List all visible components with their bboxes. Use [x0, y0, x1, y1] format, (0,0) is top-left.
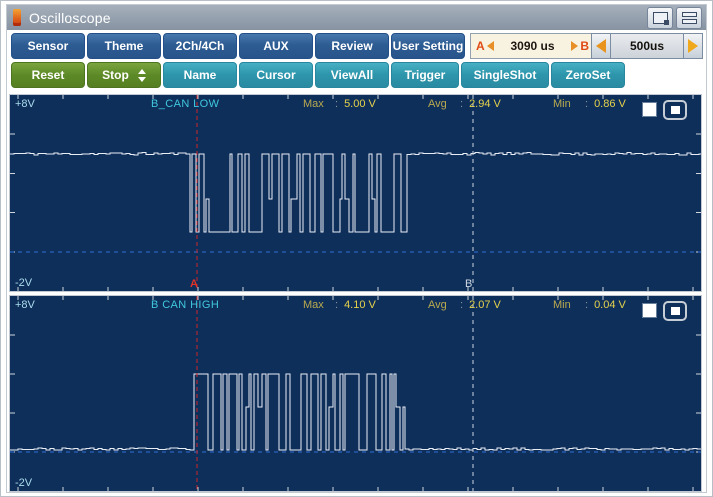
max-value: 5.00 V [344, 98, 376, 110]
theme-button-label: Theme [105, 39, 144, 53]
window-title: Oscilloscope [29, 10, 111, 26]
singleshot-button[interactable]: SingleShot [461, 62, 549, 88]
cursor-a-letter: A [476, 39, 485, 53]
reset-button-label: Reset [32, 68, 65, 82]
ch1-max-stat: Max:5.00 V [303, 98, 376, 110]
min-label: Min [553, 98, 579, 110]
min-value: 0.04 V [594, 299, 626, 311]
cursor-ab-readout[interactable]: A 3090 us B [470, 33, 595, 59]
avg-label: Avg [428, 98, 454, 110]
waveform-ch1 [10, 95, 701, 291]
ch2-select-button[interactable] [663, 301, 687, 321]
zeroset-button-label: ZeroSet [566, 68, 611, 82]
max-label: Max [303, 299, 329, 311]
left-arrow-icon [596, 39, 606, 53]
app-icon [13, 9, 21, 26]
singleshot-button-label: SingleShot [474, 68, 537, 82]
name-button[interactable]: Name [163, 62, 237, 88]
viewall-button-label: ViewAll [331, 68, 373, 82]
ch2-bottom-scale: -2V [15, 477, 32, 489]
channel-mode-button[interactable]: 2Ch/4Ch [163, 33, 237, 59]
cursor-button-label: Cursor [256, 68, 295, 82]
ch1-select-button[interactable] [663, 100, 687, 120]
ch2-max-stat: Max:4.10 V [303, 299, 376, 311]
scope-panel-ch2: +8V B CAN HIGH Max:4.10 V Avg:2.07 V Min… [10, 296, 701, 491]
toolbar-row-2: Reset Stop Name Cursor ViewAll Trigger S… [11, 62, 627, 88]
switch-window-button[interactable] [647, 7, 673, 29]
max-value: 4.10 V [344, 299, 376, 311]
ch1-avg-stat: Avg:2.94 V [428, 98, 501, 110]
ch1-name: B_CAN LOW [151, 98, 219, 110]
right-arrow-icon [571, 41, 578, 51]
square-icon [671, 106, 680, 114]
timebase-display: 500us [611, 33, 683, 59]
square-icon [671, 307, 680, 315]
timebase-control: 500us [591, 33, 703, 59]
avg-value: 2.94 V [469, 98, 501, 110]
trigger-button[interactable]: Trigger [391, 62, 459, 88]
cursor-b-letter: B [580, 39, 589, 53]
channel-mode-button-label: 2Ch/4Ch [176, 39, 225, 53]
switch-window-icon [653, 12, 668, 24]
ch2-min-stat: Min:0.04 V [553, 299, 626, 311]
aux-button[interactable]: AUX [239, 33, 313, 59]
timebase-increase-button[interactable] [683, 33, 703, 59]
stack-icon [682, 12, 697, 24]
window-controls [647, 7, 702, 29]
cursor-a-marker[interactable]: A [190, 278, 198, 290]
cursor-button[interactable]: Cursor [239, 62, 313, 88]
ch2-avg-stat: Avg:2.07 V [428, 299, 501, 311]
avg-label: Avg [428, 299, 454, 311]
trigger-button-label: Trigger [405, 68, 446, 82]
avg-value: 2.07 V [469, 299, 501, 311]
timebase-value: 500us [630, 39, 664, 53]
ch1-visible-checkbox[interactable] [642, 102, 657, 117]
theme-button[interactable]: Theme [87, 33, 161, 59]
timebase-decrease-button[interactable] [591, 33, 611, 59]
run-stop-button-label: Stop [102, 68, 129, 82]
cursor-delta-value: 3090 us [494, 39, 572, 53]
review-button-label: Review [331, 39, 372, 53]
user-setting-button-label: User Setting [393, 39, 464, 53]
ch2-name: B CAN HIGH [151, 299, 219, 311]
minimize-button[interactable] [676, 7, 702, 29]
reset-button[interactable]: Reset [11, 62, 85, 88]
name-button-label: Name [184, 68, 217, 82]
min-label: Min [553, 299, 579, 311]
max-label: Max [303, 98, 329, 110]
ch2-visible-checkbox[interactable] [642, 303, 657, 318]
ch1-min-stat: Min:0.86 V [553, 98, 626, 110]
ch1-top-scale: +8V [15, 98, 35, 110]
spinner-arrows-icon [138, 69, 146, 82]
left-arrow-icon [487, 41, 494, 51]
ch2-top-scale: +8V [15, 299, 35, 311]
zeroset-button[interactable]: ZeroSet [551, 62, 625, 88]
sensor-button-label: Sensor [28, 39, 69, 53]
titlebar[interactable]: Oscilloscope [7, 5, 706, 30]
cursor-b-marker[interactable]: B [465, 278, 472, 290]
waveform-ch2 [10, 296, 701, 491]
oscilloscope-window: Oscilloscope Sensor Theme 2Ch/4Ch AUX Re… [0, 0, 713, 497]
toolbar-row-1: Sensor Theme 2Ch/4Ch AUX Review User Set… [11, 33, 467, 59]
min-value: 0.86 V [594, 98, 626, 110]
review-button[interactable]: Review [315, 33, 389, 59]
ch1-bottom-scale: -2V [15, 277, 32, 289]
right-arrow-icon [688, 39, 698, 53]
user-setting-button[interactable]: User Setting [391, 33, 465, 59]
aux-button-label: AUX [263, 39, 288, 53]
sensor-button[interactable]: Sensor [11, 33, 85, 59]
run-stop-button[interactable]: Stop [87, 62, 161, 88]
scope-panel-ch1: +8V B_CAN LOW Max:5.00 V Avg:2.94 V Min:… [10, 95, 701, 291]
viewall-button[interactable]: ViewAll [315, 62, 389, 88]
